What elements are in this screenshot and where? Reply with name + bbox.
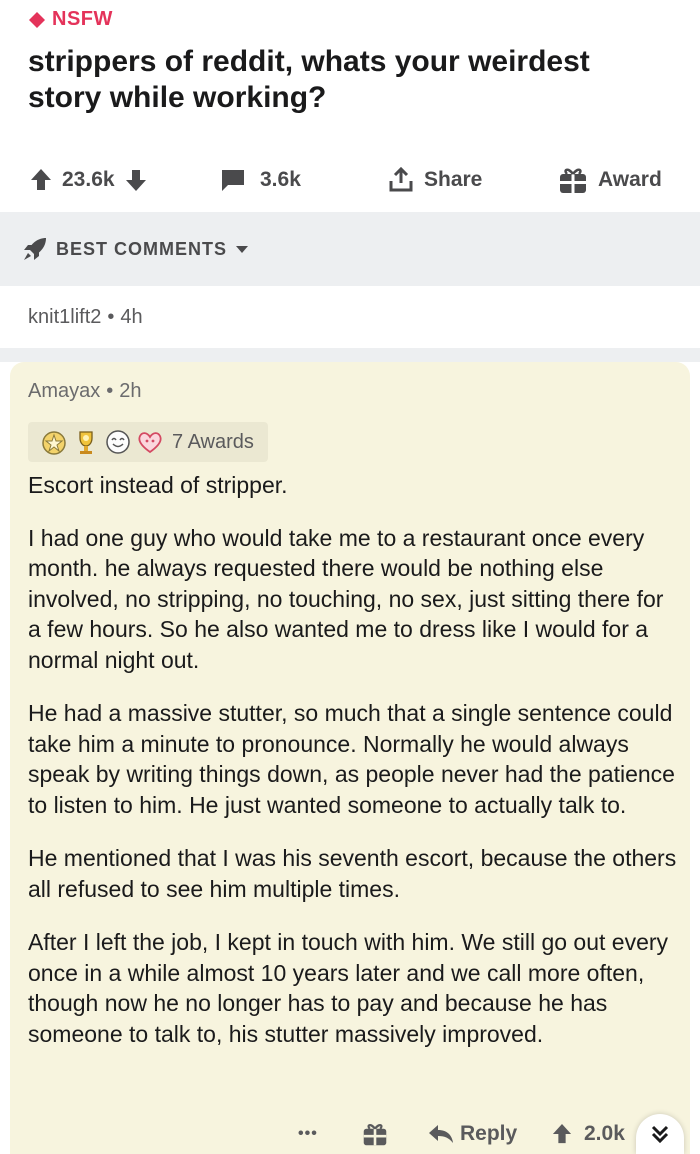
nsfw-diamond-icon — [29, 11, 45, 28]
gold-trophy-award-icon — [79, 431, 93, 454]
separator-dot: • — [106, 380, 114, 402]
award-button[interactable]: Award — [558, 158, 662, 202]
reply-button[interactable]: Reply — [428, 1114, 517, 1154]
award-label: Award — [598, 168, 662, 191]
comment-meta: Amayax • 2h — [28, 380, 142, 403]
comment-author[interactable]: Amayax — [28, 380, 100, 402]
share-label: Share — [424, 168, 483, 191]
upvote-count: 23.6k — [62, 168, 115, 191]
nsfw-label: NSFW — [52, 8, 113, 30]
share-button[interactable]: Share — [388, 158, 482, 202]
comment-actions: ••• Reply 2.0k — [10, 1114, 690, 1154]
awards-badge[interactable]: 7 Awards — [28, 422, 268, 462]
separator-dot: • — [107, 306, 115, 328]
awards-label: 7 Awards — [172, 430, 254, 453]
caret-down-icon — [236, 246, 249, 253]
chevron-down-double-icon — [651, 1125, 669, 1144]
comment-paragraph: He mentioned that I was his seventh esco… — [28, 845, 677, 902]
comments-button[interactable]: 3.6k — [220, 158, 301, 202]
scroll-down-button[interactable] — [636, 1114, 684, 1154]
comment-vote-group: 2.0k — [552, 1114, 625, 1154]
comment-bubble-icon — [222, 170, 244, 191]
comment-score: 2.0k — [584, 1122, 625, 1145]
comment-paragraph: I had one guy who would take me to a res… — [28, 524, 664, 673]
wholesome-award-icon — [106, 430, 130, 454]
comment-count: 3.6k — [260, 168, 301, 191]
reply-label: Reply — [460, 1122, 518, 1145]
nsfw-tag: NSFW — [28, 8, 113, 31]
post-title[interactable]: strippers of reddit, whats your weirdest… — [28, 44, 668, 116]
vote-group: 23.6k — [30, 158, 147, 202]
sort-label: BEST COMMENTS — [56, 238, 228, 259]
post-actions: 23.6k 3.6k Share Award — [0, 158, 700, 202]
post-header: NSFW strippers of reddit, whats your wei… — [0, 0, 700, 212]
upvote-arrow-icon[interactable] — [30, 168, 52, 192]
comment-sort-bar: BEST COMMENTS — [0, 212, 700, 286]
comment-body: Escort instead of stripper. I had one gu… — [28, 470, 678, 1072]
comment-paragraph: Escort instead of stripper. — [28, 472, 288, 498]
collapsed-comment-meta: knit1lift2 • 4h — [28, 306, 143, 329]
gift-icon — [560, 168, 586, 193]
comment-divider — [0, 348, 700, 362]
reply-arrow-icon — [429, 1125, 453, 1143]
comment-paragraph: After I left the job, I kept in touch wi… — [28, 929, 669, 1047]
award-comment-button[interactable] — [362, 1114, 388, 1154]
upvote-arrow-icon[interactable] — [552, 1123, 572, 1145]
comment-card: Amayax • 2h 7 Awards Escort instead of str… — [10, 362, 690, 1154]
comment-age: 2h — [119, 380, 142, 402]
more-options-button[interactable]: ••• — [298, 1114, 318, 1154]
silver-award-icon — [42, 431, 66, 455]
comment-author[interactable]: knit1lift2 — [28, 306, 101, 328]
rocket-icon — [24, 238, 46, 260]
downvote-arrow-icon[interactable] — [125, 168, 147, 192]
heart-award-icon — [138, 432, 162, 454]
collapsed-comment[interactable]: knit1lift2 • 4h — [0, 286, 700, 348]
sort-dropdown[interactable]: BEST COMMENTS — [22, 236, 249, 262]
comment-age: 4h — [120, 306, 143, 328]
share-icon — [389, 167, 413, 192]
gift-icon — [363, 1124, 387, 1146]
comment-paragraph: He had a massive stutter, so much that a… — [28, 700, 675, 818]
